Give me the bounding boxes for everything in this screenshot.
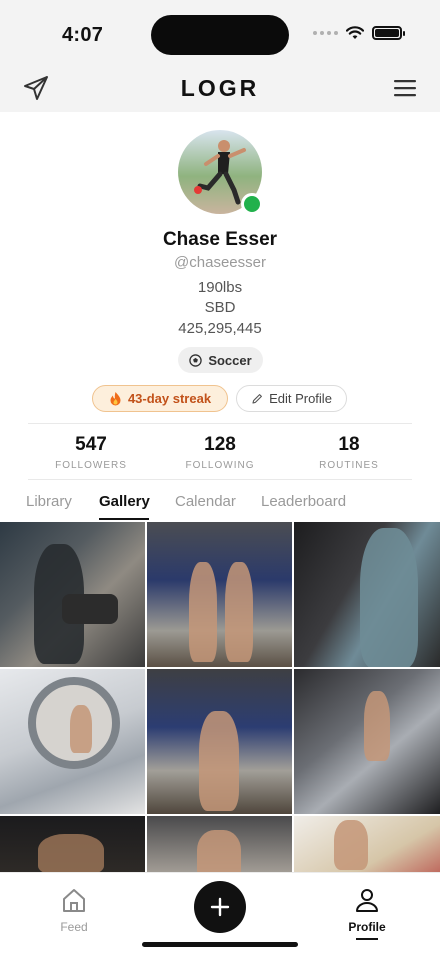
gallery-photo[interactable] xyxy=(0,669,145,814)
online-status-dot xyxy=(241,193,263,215)
nav-feed[interactable]: Feed xyxy=(52,887,96,934)
profile-sbd-value: 425,295,445 xyxy=(178,320,262,337)
stat-value: 18 xyxy=(338,434,360,455)
stat-label: FOLLOWING xyxy=(185,460,255,471)
profile-sbd-label: SBD xyxy=(204,299,236,316)
gallery-photo[interactable] xyxy=(294,669,440,814)
dynamic-island xyxy=(151,15,289,55)
tab-library[interactable]: Library xyxy=(26,493,72,510)
status-icons xyxy=(313,26,405,40)
menu-icon[interactable] xyxy=(392,76,418,100)
soccer-ball-icon xyxy=(189,353,203,367)
stat-value: 547 xyxy=(75,434,107,455)
gallery-photo[interactable] xyxy=(147,669,292,814)
stat-followers[interactable]: 547 FOLLOWERS xyxy=(31,434,151,471)
wifi-icon xyxy=(346,26,364,39)
home-icon xyxy=(63,889,85,912)
stat-label: FOLLOWERS xyxy=(55,460,127,471)
active-tab-indicator xyxy=(99,518,149,520)
nav-profile-label: Profile xyxy=(348,920,386,934)
pencil-icon xyxy=(252,393,263,404)
divider xyxy=(28,423,412,424)
sport-chip-label: Soccer xyxy=(208,352,252,368)
streak-badge[interactable]: 43-day streak xyxy=(92,385,228,412)
edit-profile-button[interactable]: Edit Profile xyxy=(236,385,347,412)
gallery-grid xyxy=(0,522,440,872)
profile-handle: @chaseesser xyxy=(174,254,266,271)
sport-chip[interactable]: Soccer xyxy=(178,347,263,373)
status-time: 4:07 xyxy=(62,24,104,46)
gallery-photo[interactable] xyxy=(0,816,145,872)
bottom-nav: Feed Profile xyxy=(0,872,440,956)
stat-following[interactable]: 128 FOLLOWING xyxy=(160,434,280,471)
tab-gallery[interactable]: Gallery xyxy=(99,493,150,510)
profile-tabs: Library Gallery Calendar Leaderboard xyxy=(0,490,440,522)
battery-icon xyxy=(372,26,405,40)
edit-profile-label: Edit Profile xyxy=(269,391,332,406)
gallery-photo[interactable] xyxy=(147,522,292,667)
person-icon xyxy=(356,889,378,912)
stat-routines[interactable]: 18 ROUTINES xyxy=(289,434,409,471)
app-header: LOGR xyxy=(0,66,440,112)
tab-leaderboard[interactable]: Leaderboard xyxy=(261,493,346,510)
gallery-photo[interactable] xyxy=(147,816,292,872)
flame-icon xyxy=(110,392,121,406)
avatar[interactable] xyxy=(178,130,264,216)
add-button[interactable] xyxy=(194,881,246,933)
app-title: LOGR xyxy=(180,75,260,101)
profile-weight: 190lbs xyxy=(197,279,243,296)
profile-name: Chase Esser xyxy=(162,229,278,250)
home-indicator xyxy=(142,942,298,947)
gallery-photo[interactable] xyxy=(0,522,145,667)
nav-feed-label: Feed xyxy=(60,920,88,934)
status-bar: 4:07 xyxy=(0,0,440,70)
stat-label: ROUTINES xyxy=(319,460,379,471)
stat-value: 128 xyxy=(204,434,236,455)
signal-icon xyxy=(313,31,338,35)
divider xyxy=(28,479,412,480)
tab-calendar[interactable]: Calendar xyxy=(175,493,236,510)
nav-profile[interactable]: Profile xyxy=(341,887,393,940)
nav-active-indicator xyxy=(356,938,378,940)
gallery-photo[interactable] xyxy=(294,522,440,667)
streak-label: 43-day streak xyxy=(127,391,212,406)
plus-icon xyxy=(210,897,230,917)
gallery-photo[interactable] xyxy=(294,816,440,872)
